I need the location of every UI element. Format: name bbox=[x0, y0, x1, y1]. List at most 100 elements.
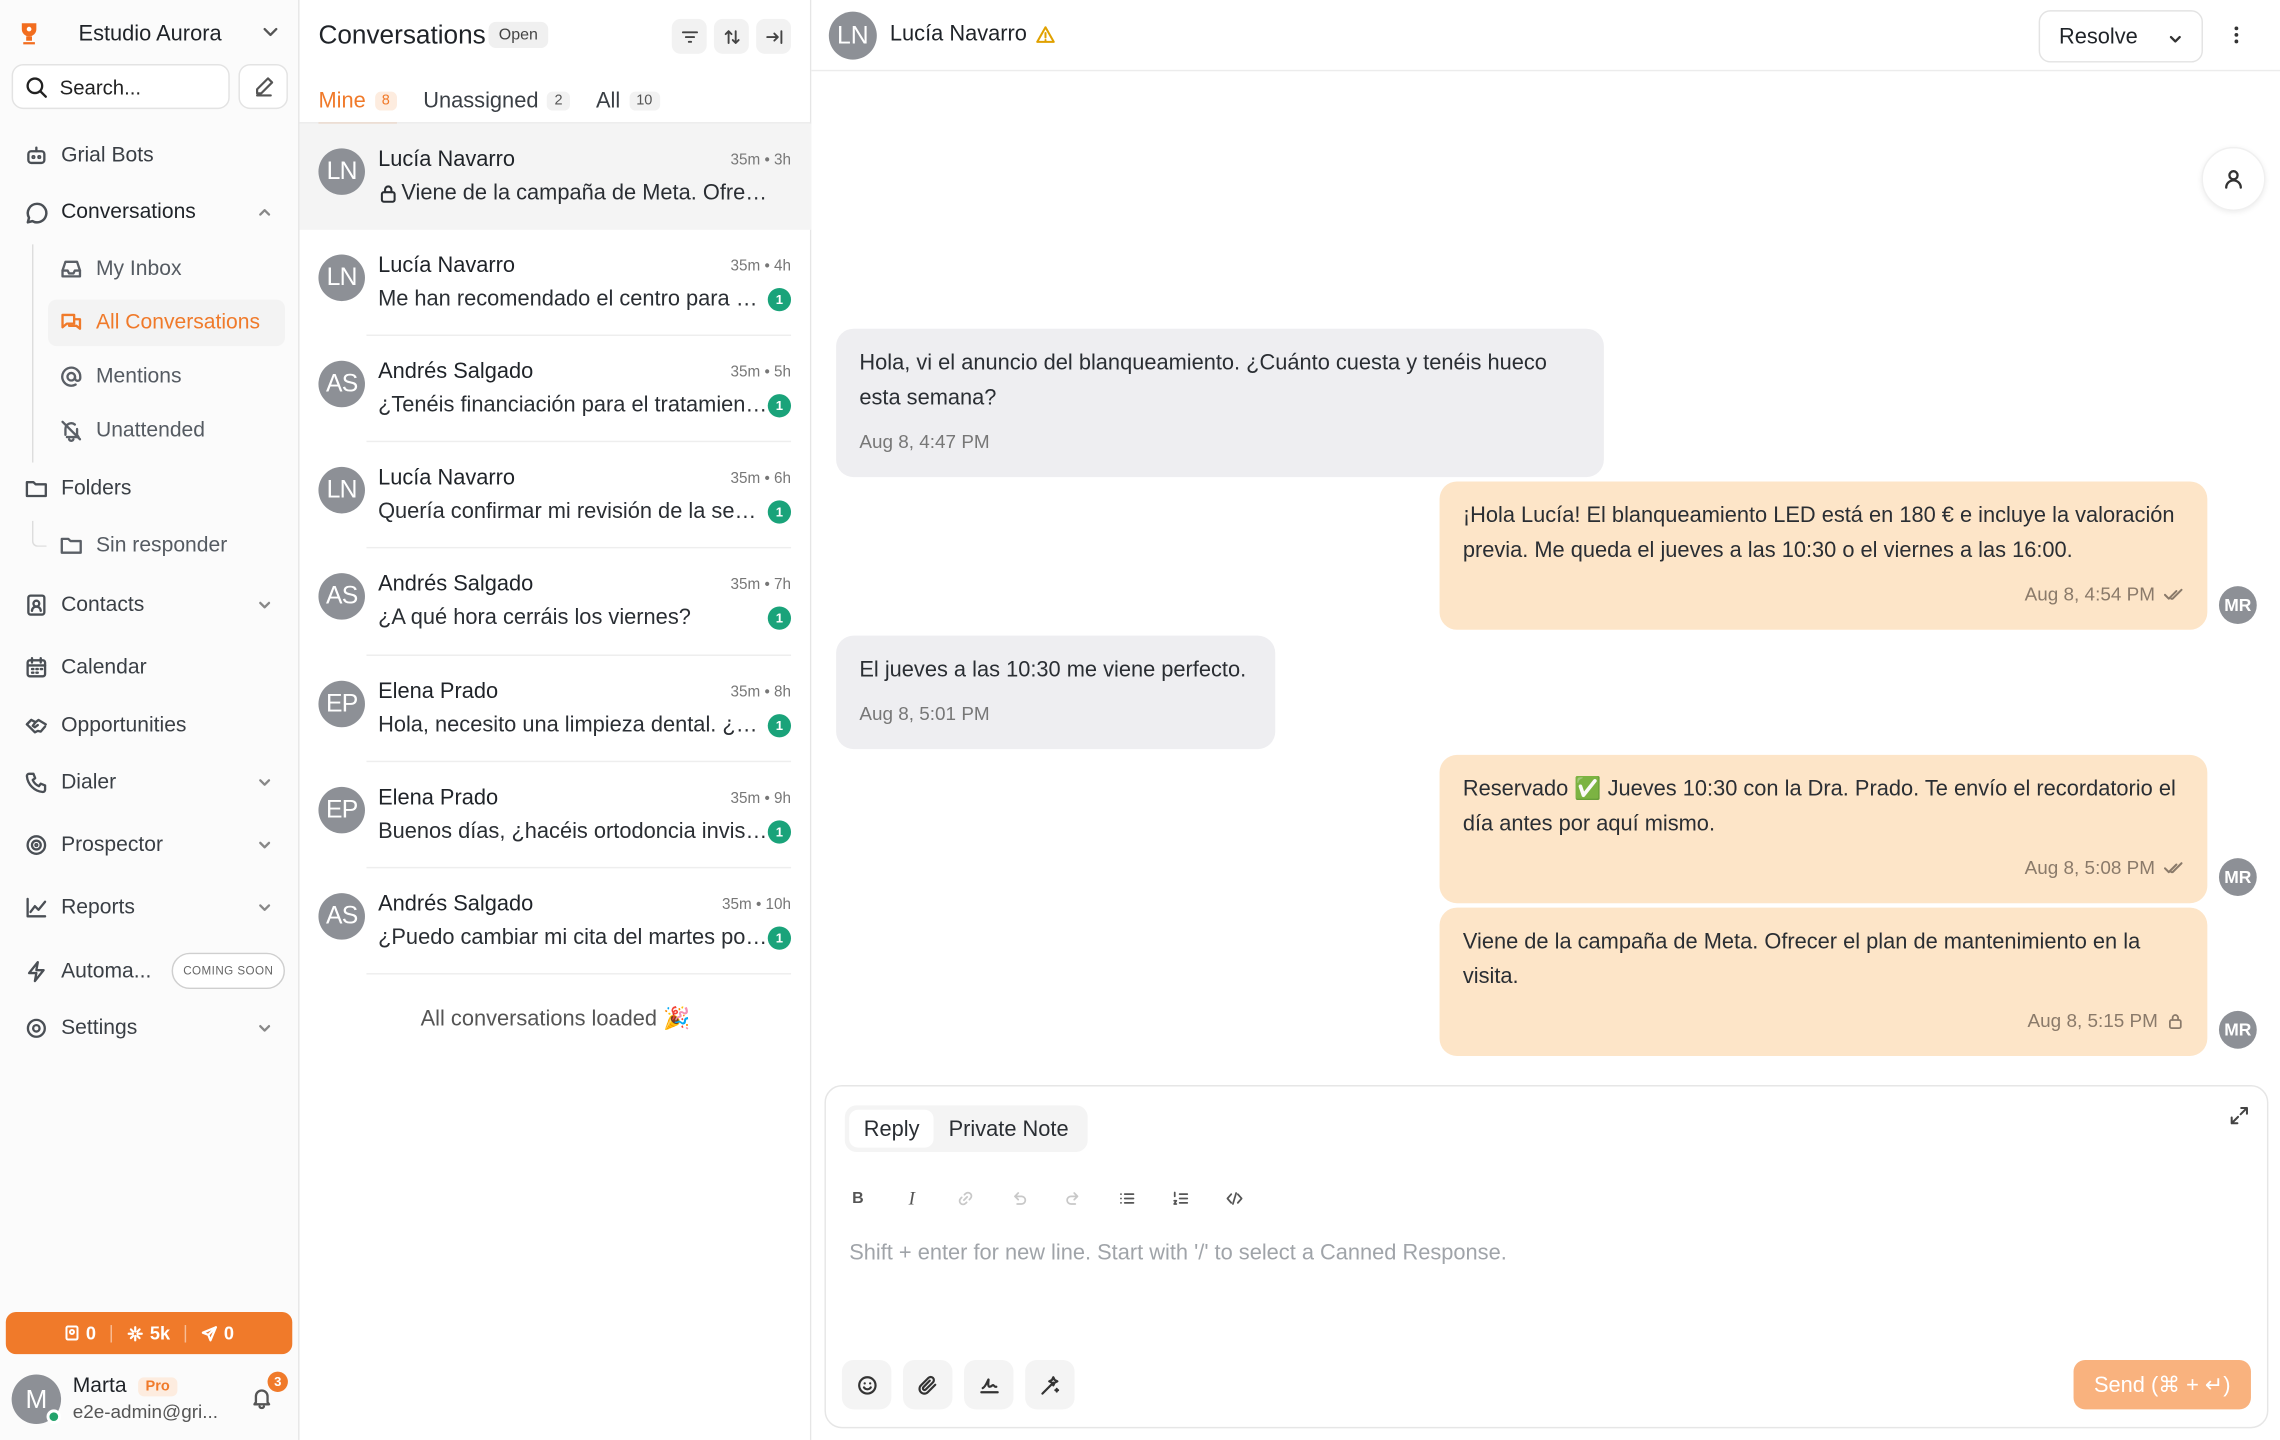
send-button[interactable]: Send (⌘ + ↵) bbox=[2073, 1359, 2251, 1410]
sidebar-item-unattended[interactable]: Unattended bbox=[58, 415, 205, 447]
chart-line-icon bbox=[23, 895, 49, 921]
numbered-list-icon[interactable] bbox=[1163, 1183, 1198, 1215]
redo-icon[interactable] bbox=[1056, 1183, 1091, 1215]
conversation-time: 35m • 3h bbox=[730, 151, 792, 169]
bell-icon[interactable] bbox=[250, 1386, 273, 1410]
italic-icon[interactable]: I bbox=[894, 1183, 929, 1215]
sidebar-item-sin-responder[interactable]: Sin responder bbox=[58, 529, 227, 561]
sidebar-item-reports[interactable]: Reports bbox=[23, 892, 279, 924]
message-meta: Aug 8, 5:15 PM bbox=[1463, 1004, 2184, 1039]
avatar: LN bbox=[318, 148, 365, 195]
conversation-list-item[interactable]: AS Andrés Salgado 35m • 7h ¿A qué hora cerr… bbox=[300, 548, 812, 656]
conversation-preview: ¿A qué hora cerráis los viernes? bbox=[378, 605, 768, 630]
tab-count: 8 bbox=[374, 90, 398, 110]
conversation-list-item[interactable]: AS Andrés Salgado 35m • 5h ¿Tenéis financia… bbox=[300, 336, 812, 443]
sidebar-item-label: Opportunities bbox=[61, 714, 187, 738]
resolve-button[interactable]: Resolve bbox=[2038, 10, 2203, 63]
avatar[interactable]: LN bbox=[828, 11, 877, 60]
pencil-icon bbox=[252, 76, 274, 98]
conversation-list-item[interactable]: EP Elena Prado 35m • 9h Buenos días, ¿hacéi… bbox=[300, 762, 812, 869]
collapse-panel-button[interactable] bbox=[756, 18, 792, 54]
conversation-preview: Buenos días, ¿hacéis ortodoncia invisibl… bbox=[378, 819, 768, 844]
credits-bar[interactable]: 0 5k 0 bbox=[5, 1311, 293, 1355]
tab-count: 2 bbox=[547, 90, 570, 110]
sidebar-item-label: My Inbox bbox=[95, 257, 182, 281]
sidebar-item-grial-bots[interactable]: Grial Bots bbox=[23, 140, 279, 172]
signature-button[interactable] bbox=[964, 1359, 1014, 1410]
conversation-list-item[interactable]: LN Lucía Navarro 35m • 3h Viene de la campa… bbox=[299, 123, 812, 230]
sidebar-item-label: Settings bbox=[61, 1016, 138, 1040]
message-meta: Aug 8, 5:08 PM bbox=[1463, 851, 2184, 886]
sidebar-item-opportunities[interactable]: Opportunities bbox=[23, 710, 279, 742]
chat-panel: LN Lucía Navarro Resolve Hola, vi el anu… bbox=[811, 0, 2280, 1440]
search-box bbox=[11, 63, 230, 110]
message-incoming: El jueves a las 10:30 me viene perfecto.… bbox=[836, 635, 1276, 750]
sidebar-item-all-conversations[interactable]: All Conversations bbox=[58, 307, 260, 339]
avatar: AS bbox=[318, 573, 365, 620]
undo-icon[interactable] bbox=[1002, 1183, 1037, 1215]
sidebar-item-label: Prospector bbox=[61, 833, 164, 857]
user-name: Marta bbox=[72, 1374, 127, 1398]
workspace-switcher[interactable]: Estudio Aurora bbox=[17, 17, 285, 49]
contact-name[interactable]: Lucía Navarro bbox=[890, 22, 1027, 47]
conversation-list-item[interactable]: LN Lucía Navarro 35m • 4h Me han recomendad… bbox=[300, 230, 812, 336]
conversation-preview: Hola, necesito una limpieza dental. ¿Ten… bbox=[378, 713, 768, 738]
message-text: Viene de la campaña de Meta. Ofrecer el … bbox=[1462, 929, 2141, 990]
link-icon[interactable] bbox=[948, 1183, 983, 1215]
user-profile[interactable]: M Marta Pro e2e-admin@gri... 3 bbox=[11, 1371, 291, 1430]
avatar: EP bbox=[318, 786, 365, 834]
sidebar-item-settings[interactable]: Settings bbox=[23, 1012, 279, 1044]
plan-badge: Pro bbox=[138, 1376, 178, 1396]
preview-text: Hola, necesito una limpieza dental. ¿Ten… bbox=[378, 712, 768, 738]
sidebar-item-conversations[interactable]: Conversations bbox=[23, 196, 279, 228]
sidebar-item-contacts[interactable]: Contacts bbox=[23, 589, 279, 621]
code-icon[interactable] bbox=[1217, 1183, 1252, 1215]
bold-icon[interactable]: B bbox=[840, 1183, 875, 1215]
sidebar-item-mentions[interactable]: Mentions bbox=[58, 361, 182, 393]
contact-details-button[interactable] bbox=[2201, 146, 2266, 211]
new-conversation-button[interactable] bbox=[238, 63, 288, 110]
tab-private-note[interactable]: Private Note bbox=[934, 1110, 1083, 1148]
expand-icon[interactable] bbox=[2229, 1105, 2249, 1125]
message-input[interactable] bbox=[849, 1240, 2217, 1266]
trophy-logo-icon bbox=[17, 22, 40, 45]
filter-button[interactable] bbox=[671, 18, 707, 54]
sidebar-item-my-inbox[interactable]: My Inbox bbox=[58, 253, 182, 285]
sidebar-item-prospector[interactable]: Prospector bbox=[23, 829, 279, 861]
more-options-icon[interactable] bbox=[2231, 23, 2243, 46]
user-icon bbox=[2222, 167, 2245, 190]
ai-credits-value: 5k bbox=[149, 1322, 171, 1344]
divider bbox=[366, 973, 792, 975]
conversation-time: 35m • 7h bbox=[730, 575, 792, 594]
sidebar-item-dialer[interactable]: Dialer bbox=[23, 767, 279, 799]
bot-icon bbox=[23, 143, 49, 169]
contact-name: Lucía Navarro bbox=[378, 465, 516, 491]
avatar: EP bbox=[318, 680, 365, 728]
lock-icon bbox=[378, 183, 398, 203]
sidebar-item-folders[interactable]: Folders bbox=[23, 473, 279, 505]
status-filter-badge[interactable]: Open bbox=[488, 21, 549, 48]
sidebar-item-calendar[interactable]: Calendar bbox=[23, 652, 279, 684]
notification-count-badge: 3 bbox=[267, 1371, 288, 1392]
search-input[interactable] bbox=[59, 74, 206, 99]
tab-all[interactable]: All 10 bbox=[596, 79, 660, 123]
paperclip-icon bbox=[917, 1374, 939, 1396]
message-time: Aug 8, 5:08 PM bbox=[2024, 856, 2155, 879]
emoji-button[interactable] bbox=[841, 1359, 892, 1410]
unread-count-badge: 1 bbox=[767, 714, 792, 738]
conversation-list-item[interactable]: EP Elena Prado 35m • 8h Hola, necesito una … bbox=[300, 656, 812, 763]
conversation-list-item[interactable]: LN Lucía Navarro 35m • 6h Quería confirmar … bbox=[300, 442, 812, 549]
inbox-icon bbox=[58, 256, 84, 282]
tab-mine[interactable]: Mine 8 bbox=[318, 79, 398, 126]
tab-reply[interactable]: Reply bbox=[849, 1109, 935, 1148]
search-icon bbox=[25, 75, 48, 98]
sort-button[interactable] bbox=[713, 18, 749, 54]
attach-button[interactable] bbox=[902, 1359, 953, 1410]
contact-name: Andrés Salgado bbox=[378, 571, 534, 597]
conversation-list-item[interactable]: AS Andrés Salgado 35m • 10h ¿Puedo cambiar … bbox=[300, 868, 812, 975]
ai-assist-button[interactable] bbox=[1025, 1359, 1075, 1410]
tab-unassigned[interactable]: Unassigned 2 bbox=[423, 79, 570, 123]
reply-composer: Reply Private Note B I Send bbox=[824, 1085, 2269, 1429]
bullet-list-icon[interactable] bbox=[1109, 1183, 1144, 1215]
chat-header: LN Lucía Navarro Resolve bbox=[811, 0, 2280, 72]
